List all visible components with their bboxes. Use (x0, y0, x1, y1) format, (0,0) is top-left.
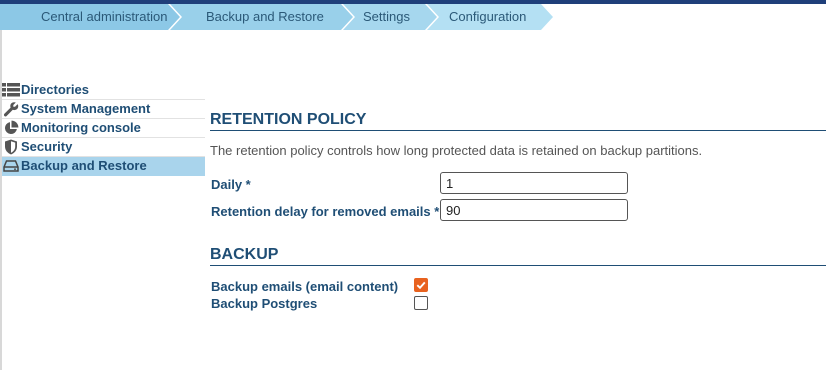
sidebar-item-directories[interactable]: Directories (2, 81, 205, 100)
sidebar-item-security[interactable]: Security (2, 138, 205, 157)
removed-emails-input[interactable] (440, 199, 628, 221)
backup-heading: BACKUP (210, 245, 826, 266)
hard-drive-icon (2, 158, 20, 174)
sidebar-item-label: Backup and Restore (21, 158, 147, 173)
sidebar-item-label: System Management (21, 101, 151, 116)
removed-row: Retention delay for removed emails * (210, 199, 826, 226)
sidebar-item-system-management[interactable]: System Management (2, 100, 205, 119)
backup-emails-checkbox[interactable] (414, 278, 428, 292)
backup-postgres-row: Backup Postgres (210, 295, 826, 313)
backup-emails-label: Backup emails (email content) (211, 279, 399, 294)
breadcrumb-central-administration[interactable]: Central administration (0, 4, 180, 30)
breadcrumb-settings[interactable]: Settings (343, 4, 437, 30)
breadcrumb-backup-and-restore[interactable]: Backup and Restore (170, 4, 353, 30)
checkmark-icon (416, 281, 426, 290)
sidebar-item-label: Security (21, 139, 73, 154)
sidebar-item-monitoring-console[interactable]: Monitoring console (2, 119, 205, 138)
pie-chart-icon (2, 120, 20, 136)
retention-description: The retention policy controls how long p… (210, 143, 703, 158)
sidebar: Directories System Management Monitoring… (2, 81, 205, 176)
daily-row: Daily * (210, 172, 826, 199)
backup-postgres-label: Backup Postgres (211, 296, 318, 311)
daily-input[interactable] (440, 172, 628, 194)
backup-emails-row: Backup emails (email content) (210, 277, 826, 295)
sidebar-item-label: Monitoring console (21, 120, 141, 135)
shield-icon (2, 139, 20, 155)
daily-label: Daily * (211, 177, 251, 192)
breadcrumb-configuration[interactable]: Configuration (427, 4, 553, 30)
sidebar-item-backup-and-restore[interactable]: Backup and Restore (2, 157, 205, 176)
breadcrumb: Central administration Backup and Restor… (0, 4, 560, 30)
wrench-icon (2, 101, 20, 117)
list-icon (2, 82, 20, 98)
removed-emails-label: Retention delay for removed emails * (211, 204, 440, 219)
main-content: RETENTION POLICY The retention policy co… (210, 110, 826, 313)
backup-postgres-checkbox[interactable] (414, 296, 428, 310)
retention-policy-heading: RETENTION POLICY (210, 110, 826, 131)
sidebar-item-label: Directories (21, 82, 89, 97)
